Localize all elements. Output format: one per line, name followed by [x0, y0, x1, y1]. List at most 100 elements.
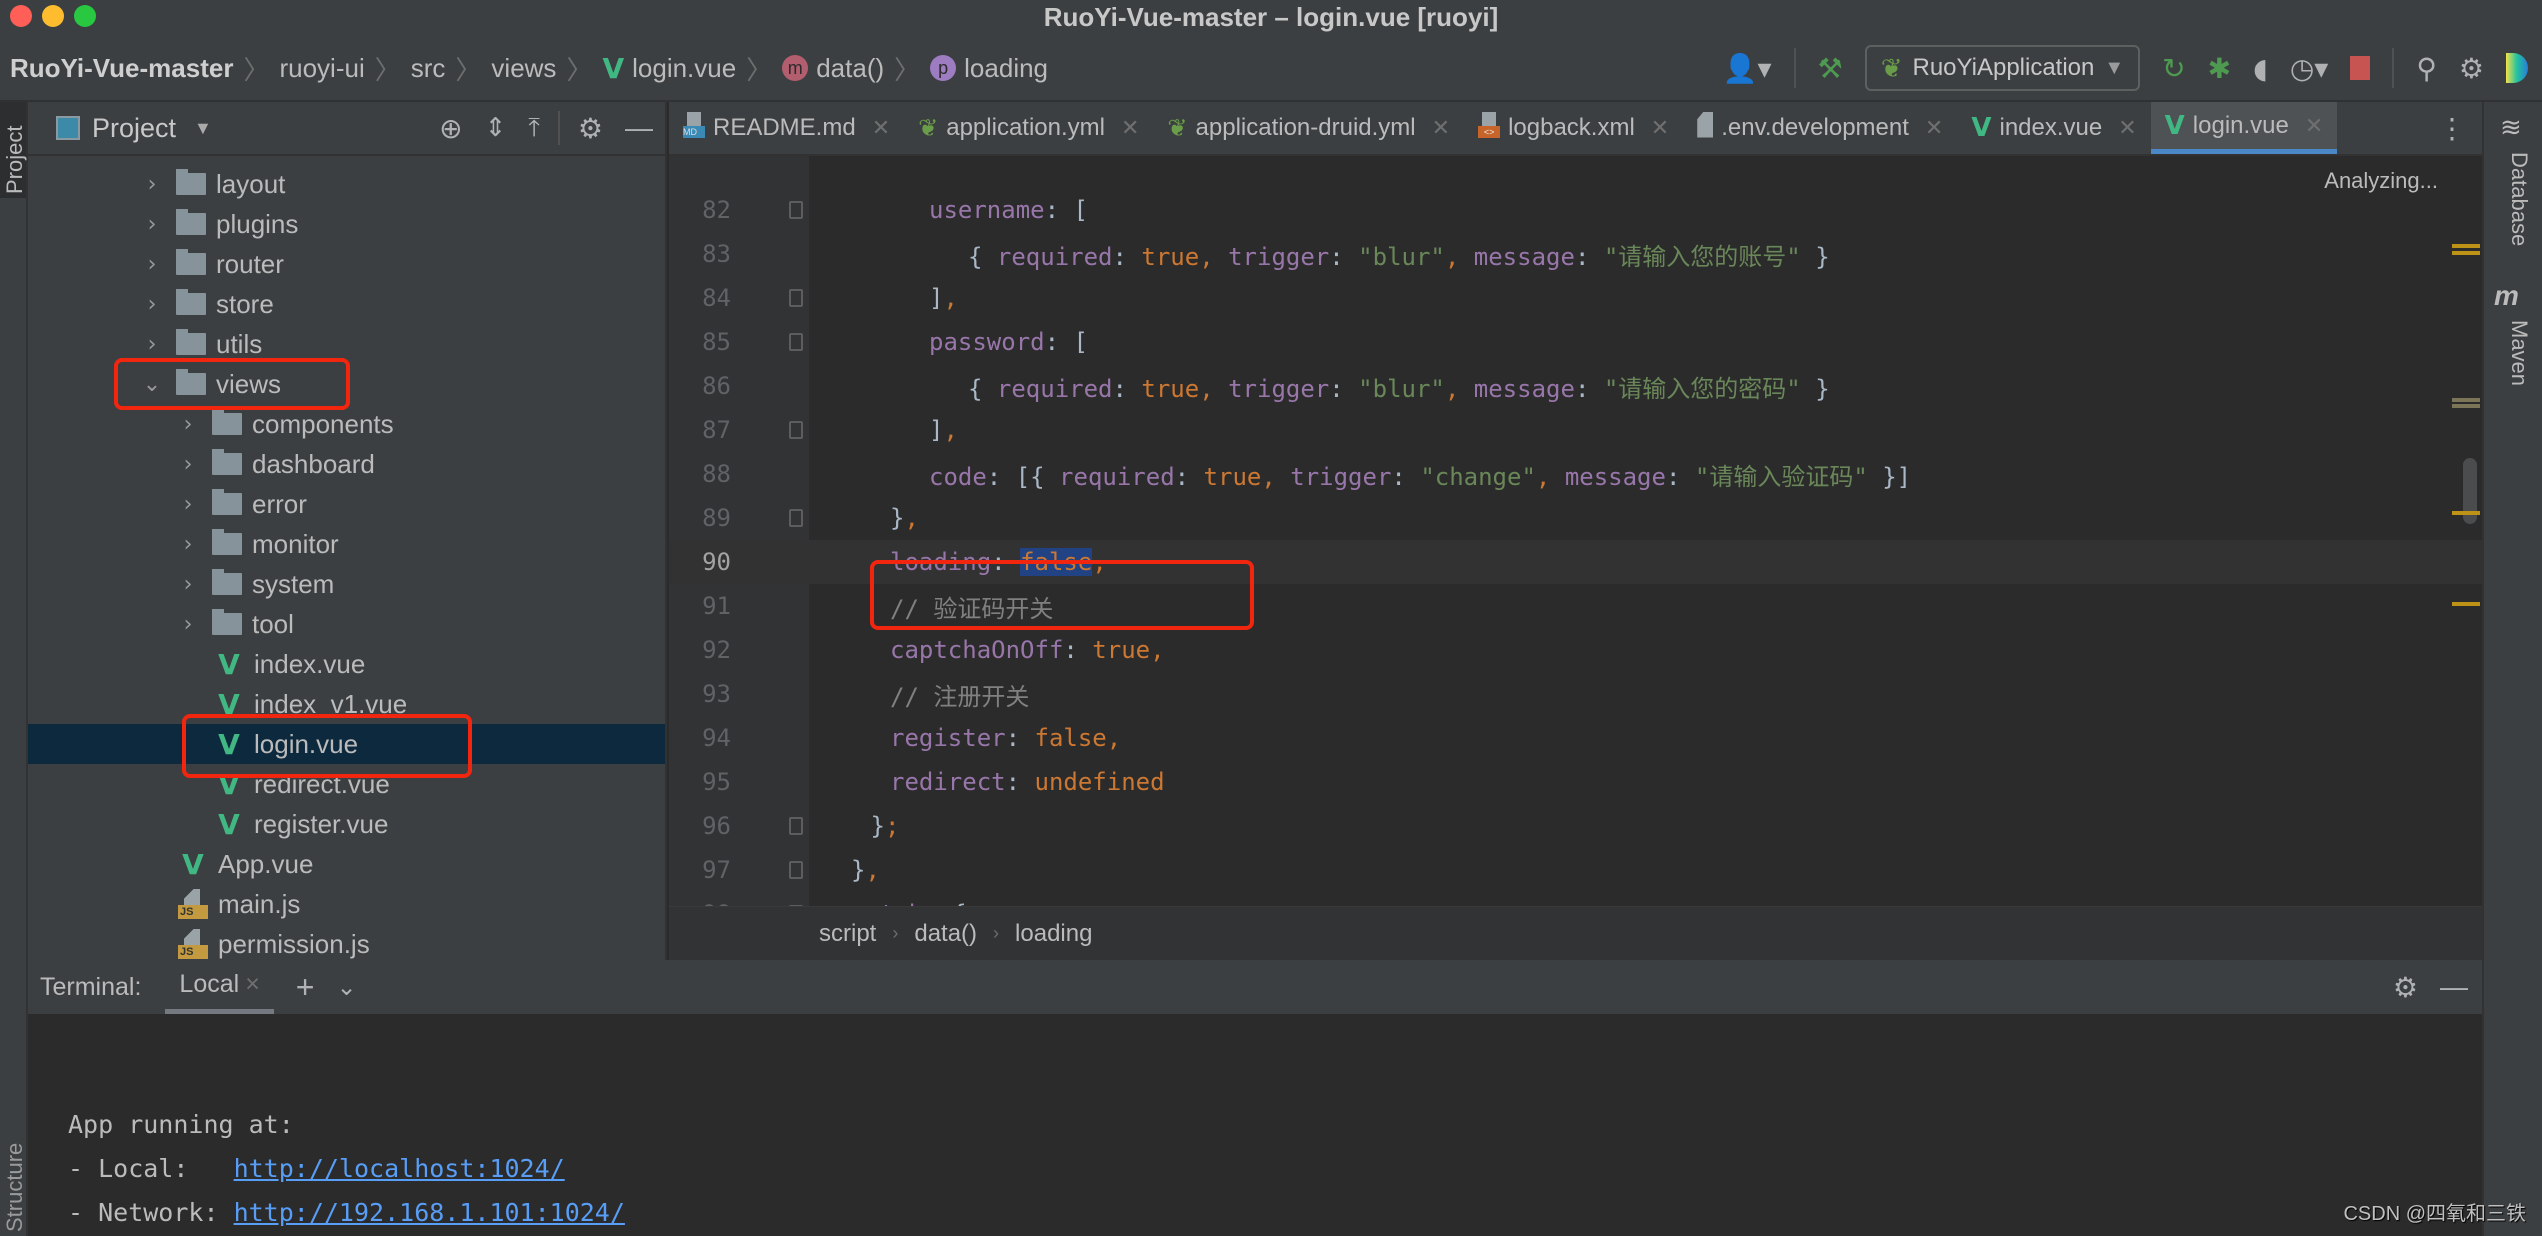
- tree-item[interactable]: › system: [28, 564, 665, 604]
- close-icon[interactable]: ✕: [1121, 115, 1139, 141]
- line-number[interactable]: 96: [669, 812, 731, 840]
- warning-stripe-marker[interactable]: [2452, 602, 2480, 606]
- tree-item[interactable]: › monitor: [28, 524, 665, 564]
- jetbrains-logo-icon[interactable]: [2506, 53, 2528, 83]
- expand-all-icon[interactable]: ⇕: [485, 113, 507, 143]
- new-terminal-icon[interactable]: +: [296, 969, 315, 1006]
- code-line[interactable]: 97},: [669, 848, 2482, 892]
- chevron-right-icon[interactable]: ›: [176, 532, 200, 557]
- editor-crumb-data[interactable]: data(): [914, 920, 977, 948]
- tree-item[interactable]: › store: [28, 284, 665, 324]
- chevron-down-icon[interactable]: ▼: [194, 118, 212, 139]
- fold-marker-icon[interactable]: [789, 333, 803, 351]
- settings-icon[interactable]: ⚙: [2393, 971, 2418, 1004]
- breadcrumb-item-views[interactable]: views: [491, 53, 556, 84]
- editor-tab[interactable]: ❦ application-druid.yml ✕: [1153, 102, 1464, 154]
- tree-item[interactable]: › layout: [28, 164, 665, 204]
- structure-side-tab[interactable]: Structure: [2, 1143, 28, 1232]
- chevron-right-icon[interactable]: ›: [176, 572, 200, 597]
- close-icon[interactable]: ✕: [2305, 113, 2323, 139]
- chevron-down-icon[interactable]: ⌄: [336, 973, 356, 1001]
- breadcrumb-item-ruoyi-ui[interactable]: ruoyi-ui: [279, 53, 364, 84]
- tree-item[interactable]: JS permission.js: [28, 924, 665, 964]
- tree-item[interactable]: Vindex.vue: [28, 644, 665, 684]
- warning-stripe-marker[interactable]: [2452, 404, 2480, 408]
- warning-stripe-marker[interactable]: [2452, 511, 2480, 515]
- coverage-icon[interactable]: ◖: [2253, 52, 2268, 85]
- editor-tab[interactable]: <> logback.xml ✕: [1464, 102, 1683, 154]
- local-url-link[interactable]: http://localhost:1024/: [234, 1154, 565, 1183]
- database-side-tab[interactable]: Database: [2506, 152, 2532, 246]
- close-icon[interactable]: ✕: [1925, 115, 1943, 141]
- settings-icon[interactable]: ⚙: [578, 112, 603, 145]
- line-number[interactable]: 86: [669, 372, 731, 400]
- build-hammer-icon[interactable]: ⚒: [1818, 52, 1843, 85]
- code-line[interactable]: 94 register: false,: [669, 716, 2482, 760]
- line-number[interactable]: 82: [669, 196, 731, 224]
- project-side-tab[interactable]: Project: [0, 102, 27, 198]
- editor-crumb-script[interactable]: script: [819, 920, 876, 948]
- editor-crumb-loading[interactable]: loading: [1015, 920, 1092, 948]
- breadcrumb-item-src[interactable]: src: [411, 53, 446, 84]
- breadcrumb-item-login-vue[interactable]: login.vue: [632, 53, 736, 84]
- hide-panel-icon[interactable]: —: [625, 112, 653, 144]
- close-icon[interactable]: ✕: [1432, 115, 1450, 141]
- code-line[interactable]: 95 redirect: undefined: [669, 760, 2482, 804]
- close-icon[interactable]: ✕: [1651, 115, 1669, 141]
- chevron-right-icon[interactable]: ›: [140, 172, 164, 197]
- more-tabs-icon[interactable]: ⋮: [2438, 112, 2466, 145]
- code-line[interactable]: 87],: [669, 408, 2482, 452]
- run-configuration-select[interactable]: ❦ RuoYiApplication ▼: [1864, 45, 2141, 91]
- fold-marker-icon[interactable]: [789, 421, 803, 439]
- fold-marker-icon[interactable]: [789, 817, 803, 835]
- chevron-right-icon[interactable]: ›: [176, 612, 200, 637]
- chevron-right-icon[interactable]: ›: [140, 292, 164, 317]
- code-line[interactable]: 82 username: [: [669, 188, 2482, 232]
- line-number[interactable]: 91: [669, 592, 731, 620]
- fold-marker-icon[interactable]: [789, 861, 803, 879]
- tree-item[interactable]: V App.vue: [28, 844, 665, 884]
- select-opened-file-icon[interactable]: ⊕: [439, 112, 462, 145]
- debug-icon[interactable]: ✱: [2208, 52, 2231, 85]
- warning-stripe-marker[interactable]: [2452, 251, 2480, 255]
- tree-item[interactable]: › router: [28, 244, 665, 284]
- fold-marker-icon[interactable]: [789, 201, 803, 219]
- editor-tab[interactable]: MD README.md ✕: [669, 102, 904, 154]
- code-line[interactable]: 93 // 注册开关: [669, 672, 2482, 716]
- tree-item[interactable]: JS main.js: [28, 884, 665, 924]
- fold-marker-icon[interactable]: [789, 289, 803, 307]
- close-icon[interactable]: ×: [245, 970, 260, 999]
- collapse-all-icon[interactable]: ⤒: [528, 113, 540, 144]
- editor-tab[interactable]: Vlogin.vue ✕: [2150, 102, 2338, 154]
- line-number[interactable]: 90: [669, 548, 731, 576]
- breadcrumb-item-project[interactable]: RuoYi-Vue-master: [10, 53, 233, 84]
- chevron-right-icon[interactable]: ›: [140, 252, 164, 277]
- line-number[interactable]: 83: [669, 240, 731, 268]
- editor-tab[interactable]: .env.development ✕: [1683, 102, 1957, 154]
- chevron-right-icon[interactable]: ›: [140, 332, 164, 357]
- tree-item[interactable]: › dashboard: [28, 444, 665, 484]
- maven-side-tab[interactable]: Maven: [2506, 320, 2532, 386]
- line-number[interactable]: 92: [669, 636, 731, 664]
- line-number[interactable]: 87: [669, 416, 731, 444]
- search-icon[interactable]: ⚲: [2416, 52, 2437, 85]
- network-url-link[interactable]: http://192.168.1.101:1024/: [234, 1198, 625, 1227]
- profiler-icon[interactable]: ◷▾: [2290, 52, 2329, 85]
- line-number[interactable]: 85: [669, 328, 731, 356]
- line-number[interactable]: 89: [669, 504, 731, 532]
- code-line[interactable]: 92 captchaOnOff: true,: [669, 628, 2482, 672]
- tree-item[interactable]: › components: [28, 404, 665, 444]
- tree-item[interactable]: › tool: [28, 604, 665, 644]
- line-number[interactable]: 97: [669, 856, 731, 884]
- tree-item[interactable]: › error: [28, 484, 665, 524]
- line-number[interactable]: 88: [669, 460, 731, 488]
- line-number[interactable]: 93: [669, 680, 731, 708]
- breadcrumb-item-loading[interactable]: loading: [964, 53, 1048, 84]
- settings-icon[interactable]: ⚙: [2459, 52, 2484, 85]
- tree-item[interactable]: Vregister.vue: [28, 804, 665, 844]
- warning-stripe-marker[interactable]: [2452, 398, 2480, 402]
- project-view-title[interactable]: Project: [92, 113, 176, 144]
- terminal-tab-local[interactable]: Local ×: [165, 960, 274, 1014]
- stop-icon[interactable]: [2350, 56, 2371, 80]
- fold-marker-icon[interactable]: [789, 509, 803, 527]
